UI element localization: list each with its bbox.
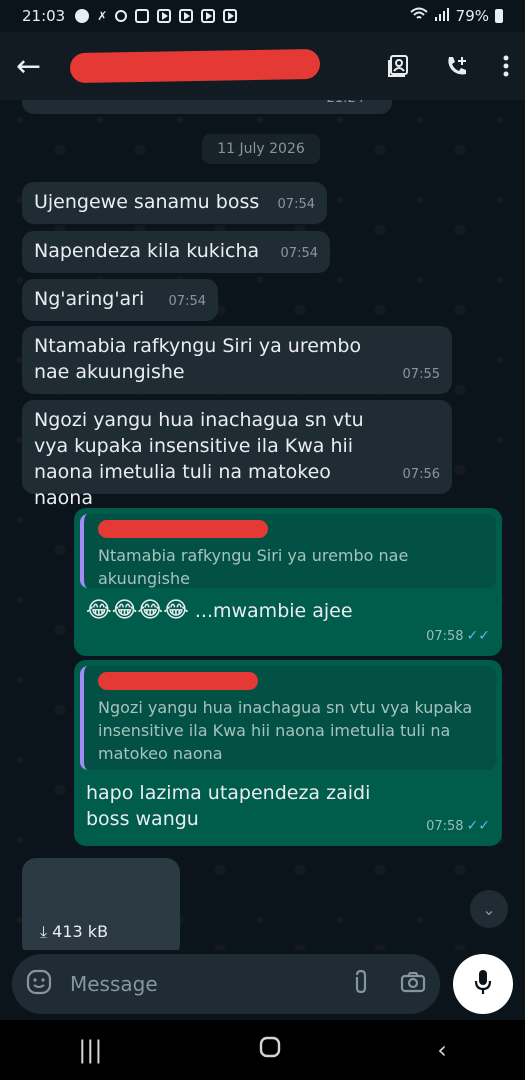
outgoing-message[interactable]: Ntamabia rafkyngu Siri ya urembo nae aku… [74,508,502,656]
status-bar: 21:03 ✗ 79% [0,0,525,32]
message-time: 21:24 [327,100,364,112]
message-time: 07:54 [277,197,315,212]
message-text: Napendeza kila kukicha [34,240,260,262]
incoming-message[interactable]: Ng'aring'ari 07:54 [22,279,218,321]
quoted-text: Ntamabia rafkyngu Siri ya urembo nae aku… [98,546,409,588]
quoted-message[interactable]: Ntamabia rafkyngu Siri ya urembo nae aku… [80,514,496,588]
incoming-message[interactable]: Ujengewe sanamu boss 07:54 [22,182,327,224]
scroll-to-bottom-button[interactable]: ⌄ [470,890,508,928]
message-time: 07:56 [402,467,440,482]
sticker-icon[interactable] [26,969,52,999]
battery-icon [495,9,503,23]
message-text: ...mwambie ajee [194,600,353,622]
quoted-message[interactable]: Ngozi yangu hua inachagua sn vtu vya kup… [80,666,496,770]
message-text: Ng'aring'ari [34,288,145,310]
date-chip: 11 July 2026 [202,134,320,164]
media-size-label: 413 kB [52,922,109,941]
microphone-icon [473,968,493,1000]
wifi-icon [409,7,428,25]
double-chevron-down-icon: ⌄ [482,899,496,919]
add-call-icon[interactable] [445,54,469,78]
back-icon[interactable]: ‹ [437,1036,447,1064]
download-icon: ⤓ [40,922,48,941]
media-download[interactable]: ⤓ 413 kB [40,922,108,942]
facebook-icon [75,9,90,23]
youtube-icon [201,9,216,23]
message-time: 07:58 ✓✓ [426,813,490,840]
chat-area[interactable]: 21:24 11 July 2026 Ujengewe sanamu boss … [0,100,525,950]
read-ticks-icon: ✓✓ [466,818,490,834]
partial-message-bubble[interactable]: 21:24 [22,100,392,114]
youtube-icon [223,9,238,23]
message-time: 07:55 [402,367,440,382]
battery-level: 79% [455,7,489,25]
message-text: hapo lazima utapendeza zaidi boss wangu [86,782,371,830]
message-time: 07:54 [280,246,318,261]
back-arrow-icon[interactable]: ← [16,49,48,84]
clock: 21:03 [22,7,66,25]
message-time: 07:58 ✓✓ [426,623,490,650]
redacted-quote-author [98,520,268,538]
home-icon[interactable] [259,1036,281,1064]
incoming-message[interactable]: Ngozi yangu hua inachagua sn vtu vya kup… [22,400,452,509]
incoming-message[interactable]: Napendeza kila kukicha 07:54 [22,231,330,273]
time-text: 07:58 [426,629,464,644]
laughing-emojis: 😂😂😂😂 [86,598,189,623]
message-text: Ngozi yangu hua inachagua sn vtu vya kup… [34,409,364,509]
youtube-icon [157,9,172,23]
redacted-quote-author [98,672,258,690]
youtube-icon [179,9,194,23]
message-input-bar[interactable]: Message [12,954,440,1014]
redacted-contact-name[interactable] [69,48,321,84]
recent-apps-icon[interactable]: ||| [78,1036,102,1064]
notification-icons: ✗ [75,9,238,23]
system-navigation-bar: ||| ‹ [0,1020,525,1080]
more-options-icon[interactable] [503,54,509,78]
camera-icon[interactable] [400,971,426,997]
message-time: 07:54 [168,294,206,309]
attach-icon[interactable] [352,969,370,999]
voice-message-button[interactable] [453,954,513,1014]
message-text: Ujengewe sanamu boss [34,191,260,213]
incoming-message[interactable]: Ntamabia rafkyngu Siri ya urembo nae aku… [22,326,452,394]
quoted-text: Ngozi yangu hua inachagua sn vtu vya kup… [98,698,473,763]
contact-card-icon[interactable] [387,54,411,78]
read-ticks-icon: ✓✓ [466,628,490,644]
outgoing-message[interactable]: Ngozi yangu hua inachagua sn vtu vya kup… [74,660,502,846]
message-icon [115,10,128,22]
time-text: 07:58 [426,819,464,834]
chat-header: ← [0,32,525,100]
gallery-icon [135,9,150,23]
signal-icon [434,7,450,25]
message-text: Ntamabia rafkyngu Siri ya urembo nae aku… [34,335,362,383]
app-icon: ✗ [97,9,108,23]
message-input[interactable]: Message [70,972,352,996]
